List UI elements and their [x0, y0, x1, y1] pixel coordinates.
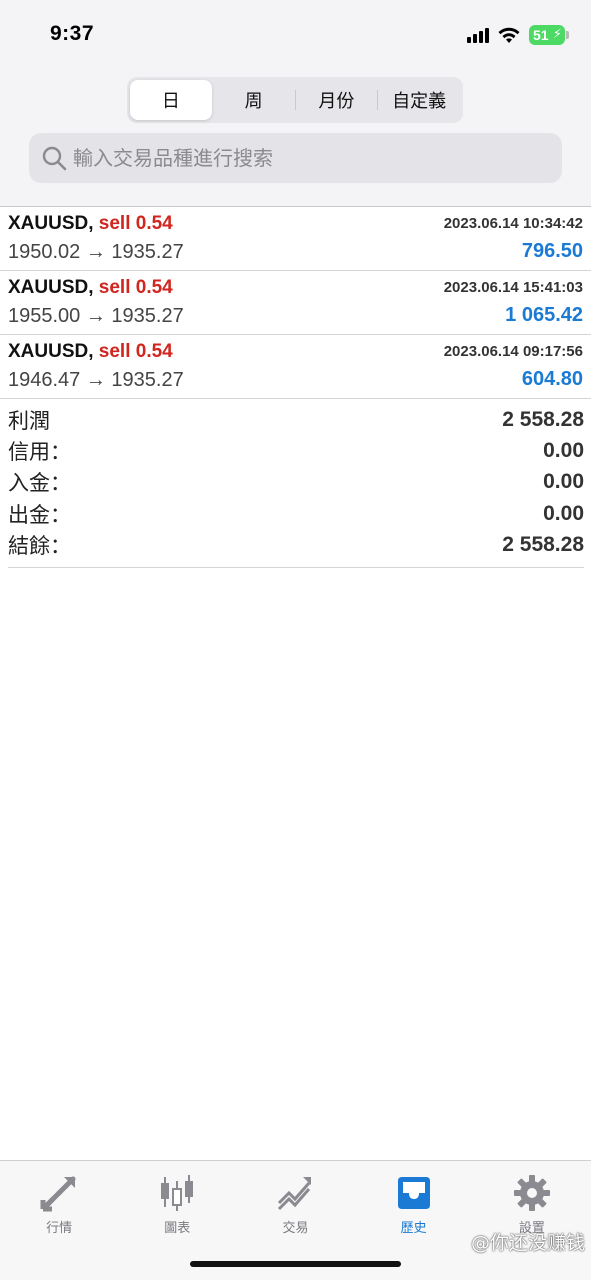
trade-side: sell 0.54: [98, 277, 173, 298]
trade-time: 2023.06.14 09:17:56: [443, 343, 583, 360]
candlestick-icon: [161, 1175, 194, 1211]
tab-label: 圖表: [164, 1221, 191, 1236]
tab-settings[interactable]: 設置: [473, 1161, 591, 1280]
summary-value: 0.00: [543, 470, 584, 494]
signal-icon: [467, 27, 489, 43]
tab-quotes[interactable]: 行情: [0, 1161, 118, 1280]
trade-side: sell 0.54: [98, 213, 173, 234]
summary-value: 0.00: [543, 501, 584, 525]
charging-bolt-icon: ⚡: [552, 26, 562, 41]
segment-month[interactable]: 月份: [296, 80, 378, 120]
home-indicator[interactable]: [190, 1261, 401, 1267]
trade-prices: 1955.00 → 1935.27: [8, 305, 184, 327]
trade-profit: 1 065.42: [505, 304, 583, 326]
tab-label: 行情: [46, 1221, 73, 1236]
trade-history-list: XAUUSD, sell 0.54 2023.06.14 10:34:42 19…: [0, 206, 591, 399]
summary-withdrawal: 出金： 0.00: [8, 498, 584, 529]
summary-value: 0.00: [543, 439, 584, 463]
trade-row[interactable]: XAUUSD, sell 0.54 2023.06.14 10:34:42 19…: [0, 207, 591, 271]
summary-balance: 結餘： 2 558.28: [8, 530, 584, 561]
trade-prices: 1946.47 → 1935.27: [8, 369, 184, 391]
segment-day[interactable]: 日: [130, 80, 212, 120]
trade-row[interactable]: XAUUSD, sell 0.54 2023.06.14 09:17:56 19…: [0, 335, 591, 399]
inbox-icon: [397, 1177, 430, 1209]
search-input[interactable]: [73, 146, 543, 170]
summary-label: 利潤: [8, 408, 50, 433]
summary-credit: 信用： 0.00: [8, 435, 584, 466]
account-summary: 利潤 2 558.28 信用： 0.00 入金： 0.00 出金： 0.00 結…: [8, 404, 584, 568]
search-icon: [39, 143, 69, 173]
tab-label: 歷史: [400, 1221, 427, 1236]
trade-symbol: XAUUSD, sell 0.54: [8, 341, 173, 362]
summary-label: 結餘：: [8, 534, 71, 559]
trade-profit: 604.80: [521, 368, 583, 390]
trade-symbol: XAUUSD, sell 0.54: [8, 277, 173, 298]
trade-profit: 796.50: [521, 240, 583, 262]
battery-icon: 51 ⚡: [529, 25, 569, 45]
search-bar[interactable]: [29, 133, 562, 183]
segment-week[interactable]: 周: [213, 80, 295, 120]
trade-time: 2023.06.14 10:34:42: [443, 215, 583, 232]
status-bar: 9:37 51 ⚡: [0, 0, 591, 70]
trade-symbol: XAUUSD, sell 0.54: [8, 213, 173, 234]
summary-deposit: 入金： 0.00: [8, 467, 584, 498]
trade-prices: 1950.02 → 1935.27: [8, 241, 184, 263]
summary-label: 出金：: [8, 502, 71, 527]
trade-side: sell 0.54: [98, 341, 173, 362]
summary-value: 2 558.28: [502, 407, 584, 431]
gear-icon: [513, 1175, 550, 1211]
summary-label: 信用：: [8, 440, 71, 465]
status-time: 9:37: [50, 22, 95, 45]
watermark: @你还没赚钱: [470, 1232, 585, 1254]
tab-label: 交易: [282, 1221, 309, 1236]
segment-custom[interactable]: 自定義: [378, 80, 460, 120]
trend-icon: [278, 1177, 312, 1211]
period-segmented-control: 日 周 月份 自定義: [127, 77, 463, 123]
trade-row[interactable]: XAUUSD, sell 0.54 2023.06.14 15:41:03 19…: [0, 271, 591, 335]
summary-label: 入金：: [8, 471, 71, 496]
wifi-icon: [498, 27, 520, 43]
arrows-icon: [40, 1176, 76, 1212]
status-icons: 51 ⚡: [467, 25, 569, 45]
summary-value: 2 558.28: [502, 533, 584, 557]
battery-level: 51: [533, 27, 549, 43]
trade-time: 2023.06.14 15:41:03: [443, 279, 583, 296]
summary-profit: 利潤 2 558.28: [8, 404, 584, 435]
